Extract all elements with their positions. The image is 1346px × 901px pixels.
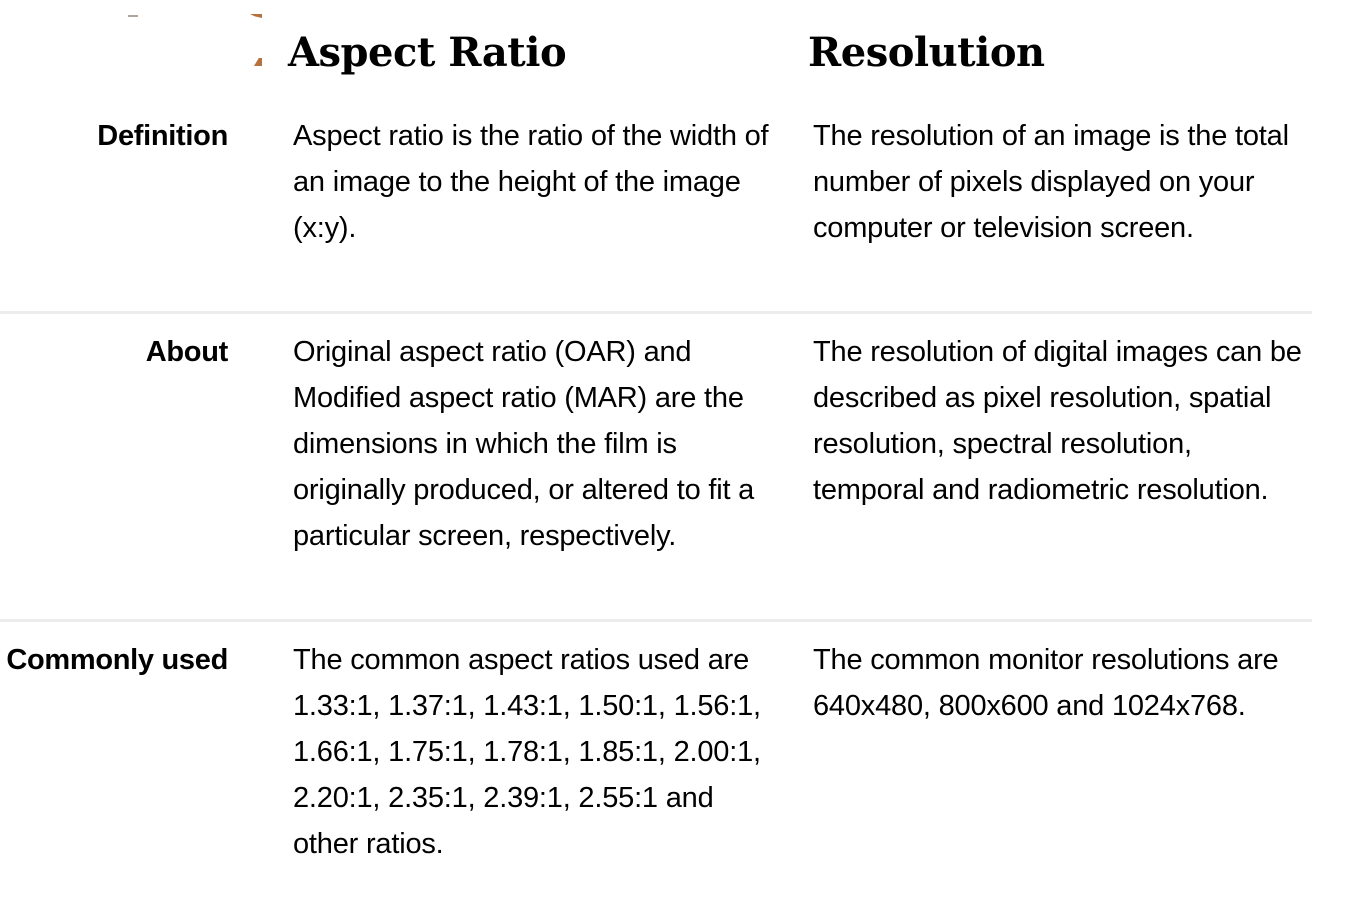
image-fragment-mark: [254, 58, 262, 66]
aspect-ratio-cell: The common aspect ratios used are 1.33:1…: [293, 644, 761, 860]
aspect-ratio-cell: Aspect ratio is the ratio of the width o…: [293, 120, 769, 244]
aspect-ratio-cell: Original aspect ratio (OAR) and Modified…: [293, 336, 755, 552]
resolution-cell: The common monitor resolutions are 640x4…: [813, 644, 1279, 722]
row-label: Commonly used: [6, 644, 228, 676]
row-divider: [0, 619, 1312, 622]
resolution-cell: The resolution of an image is the total …: [813, 120, 1289, 244]
row-divider: [0, 311, 1312, 314]
column-header-resolution: Resolution: [808, 29, 1045, 76]
row-label: About: [145, 336, 229, 368]
image-fragment-mark: [250, 14, 262, 18]
column-header-aspect-ratio: Aspect Ratio: [288, 29, 567, 76]
resolution-cell: The resolution of digital images can be …: [813, 336, 1302, 506]
image-fragment-mark: [128, 15, 138, 17]
row-label: Definition: [97, 120, 228, 152]
